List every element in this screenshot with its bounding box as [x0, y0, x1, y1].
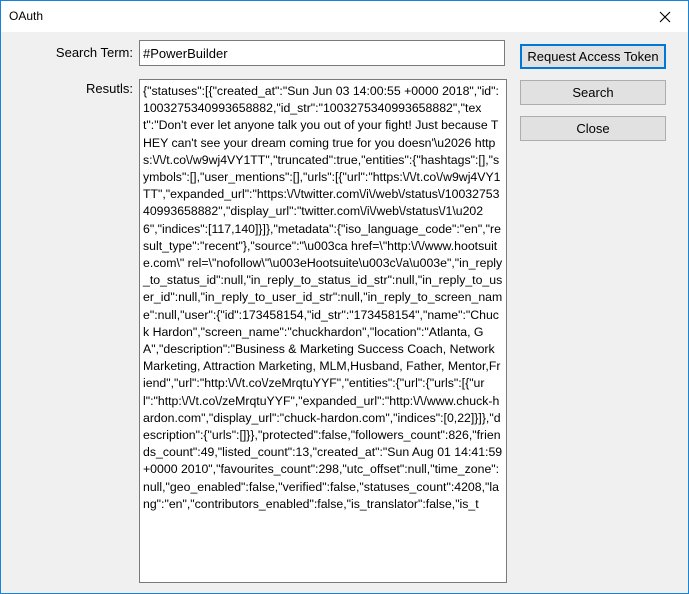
close-icon [659, 11, 671, 22]
search-term-label: Search Term: [55, 45, 133, 60]
close-button[interactable]: Close [520, 116, 666, 141]
window-close-button[interactable] [642, 1, 688, 32]
window-title: OAuth [9, 9, 44, 23]
title-bar: OAuth [1, 1, 688, 32]
results-label: Resutls: [86, 81, 133, 96]
search-term-input[interactable] [139, 40, 505, 66]
oauth-dialog-window: OAuth Search Term: Resutls: {"statuses":… [0, 0, 689, 594]
search-button[interactable]: Search [520, 80, 666, 105]
results-textarea[interactable]: {"statuses":[{"created_at":"Sun Jun 03 1… [139, 79, 507, 583]
request-access-token-button[interactable]: Request Access Token [520, 44, 666, 69]
